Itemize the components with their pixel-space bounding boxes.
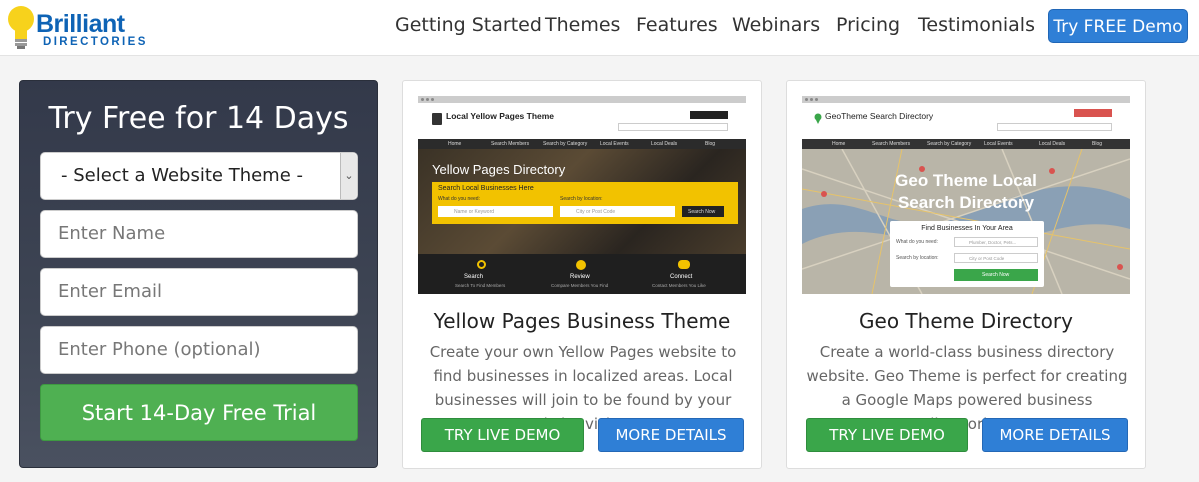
preview-loc-label: Search by location: <box>896 255 939 261</box>
name-field[interactable]: Enter Name <box>40 210 358 258</box>
preview-search-box <box>997 123 1112 131</box>
preview-need-label: What do you need: <box>896 239 938 245</box>
preview-menu-events: Local Events <box>984 141 1013 147</box>
map-pin-icon <box>814 113 822 124</box>
preview-menu-deals: Local Deals <box>651 141 678 147</box>
nav-getting-started[interactable]: Getting Started <box>395 14 542 36</box>
preview-tagline-2: Search Directory <box>897 193 1035 212</box>
preview-menu-blog: Blog <box>1092 141 1103 147</box>
preview-feature-review: Review <box>570 274 590 280</box>
preview-feature-search-sub: Search To Find Members <box>455 283 506 288</box>
preview-city-placeholder: City or Post Code <box>576 209 616 215</box>
preview-menu: Home Search Members Search by Category L… <box>802 139 1130 149</box>
preview-feature-search: Search <box>464 274 484 280</box>
nav-features[interactable]: Features <box>636 14 718 36</box>
preview-menu-home: Home <box>832 141 846 147</box>
nav-themes[interactable]: Themes <box>545 14 620 36</box>
preview-search-panel: Search Local Businesses Here What do you… <box>432 182 738 224</box>
preview-search-box <box>618 123 728 131</box>
book-icon <box>432 113 442 125</box>
preview-menu-members: Search Members <box>872 141 911 147</box>
chevron-down-icon: ⌄ <box>340 153 357 199</box>
preview-kw-input: Plumber, Doctor, Pets... <box>954 237 1038 247</box>
preview-tagline-1: Geo Theme Local <box>895 171 1037 190</box>
preview-city-input: City or Post Code <box>560 206 675 217</box>
more-details-button[interactable]: MORE DETAILS <box>982 418 1128 452</box>
preview-menu-category: Search by Category <box>927 141 972 147</box>
preview-menu-category: Search by Category <box>543 141 588 147</box>
theme-select-value: - Select a Website Theme - <box>61 165 303 186</box>
brand-logo[interactable]: Brilliant DIRECTORIES <box>6 2 156 54</box>
preview-search-btn-label: Search Now <box>982 272 1010 278</box>
browser-bar <box>802 96 1130 103</box>
preview-site-name: Local Yellow Pages Theme <box>446 111 555 121</box>
preview-search-btn: Search Now <box>954 269 1038 281</box>
phone-field[interactable]: Enter Phone (optional) <box>40 326 358 374</box>
card-title: Yellow Pages Business Theme <box>433 309 731 333</box>
nav-pricing[interactable]: Pricing <box>836 14 900 36</box>
signup-title: Try Free for 14 Days <box>48 101 349 136</box>
preview-loc-label: Search by location: <box>560 196 603 202</box>
brand-subtitle: DIRECTORIES <box>43 36 148 48</box>
preview-box-head: Find Businesses In Your Area <box>921 225 1013 232</box>
try-live-demo-button[interactable]: TRY LIVE DEMO <box>806 418 968 452</box>
preview-features: Search Search To Find Members Review Com… <box>418 254 746 294</box>
check-icon <box>576 260 586 270</box>
start-trial-button[interactable]: Start 14-Day Free Trial <box>40 384 358 441</box>
preview-search-box-panel: Find Businesses In Your Area What do you… <box>890 221 1044 287</box>
preview-menu-blog: Blog <box>705 141 716 147</box>
theme-card-yellow-pages: Local Yellow Pages Theme Home Search Mem… <box>402 80 762 469</box>
try-free-demo-button[interactable]: Try FREE Demo <box>1048 9 1188 43</box>
preview-menu: Home Search Members Search by Category L… <box>418 139 746 149</box>
preview-feature-connect: Connect <box>670 274 693 280</box>
preview-menu-events: Local Events <box>600 141 629 147</box>
yellow-pages-preview-image[interactable]: Local Yellow Pages Theme Home Search Mem… <box>418 96 746 294</box>
preview-kw-placeholder: Name or Keyword <box>454 209 495 215</box>
card-title: Geo Theme Directory <box>859 309 1073 333</box>
preview-search-btn-label: Search Now <box>688 209 716 215</box>
site-header: Brilliant DIRECTORIES Getting Started Th… <box>0 0 1199 56</box>
preview-city-input: City or Post Code <box>954 253 1038 263</box>
preview-kw-input: Name or Keyword <box>438 206 553 217</box>
more-details-button[interactable]: MORE DETAILS <box>598 418 744 452</box>
preview-site-name: GeoTheme Search Directory <box>825 111 934 121</box>
preview-hero: Yellow Pages Directory Search Local Busi… <box>418 149 746 254</box>
preview-feature-connect-sub: Contact Members You Like <box>652 283 706 288</box>
chat-icon <box>678 260 690 269</box>
geo-theme-preview-image[interactable]: GeoTheme Search Directory Home Search Me… <box>802 96 1130 294</box>
preview-menu-members: Search Members <box>491 141 530 147</box>
signup-panel: Try Free for 14 Days - Select a Website … <box>19 80 378 468</box>
search-icon <box>477 260 486 269</box>
try-live-demo-button[interactable]: TRY LIVE DEMO <box>421 418 584 452</box>
preview-header: Local Yellow Pages Theme <box>418 103 746 139</box>
brand-name: Brilliant <box>36 10 125 38</box>
preview-city-placeholder: City or Post Code <box>969 256 1005 261</box>
preview-menu-deals: Local Deals <box>1039 141 1066 147</box>
email-field[interactable]: Enter Email <box>40 268 358 316</box>
preview-search-head: Search Local Businesses Here <box>438 185 534 192</box>
nav-webinars[interactable]: Webinars <box>732 14 820 36</box>
preview-kw-placeholder: Plumber, Doctor, Pets... <box>969 240 1017 245</box>
preview-menu-home: Home <box>448 141 462 147</box>
preview-tagline: Yellow Pages Directory <box>432 162 566 177</box>
preview-feature-review-sub: Compare Members You Find <box>551 283 609 288</box>
preview-header: GeoTheme Search Directory <box>802 103 1130 139</box>
preview-listed-badge <box>690 111 728 119</box>
browser-bar <box>418 96 746 103</box>
theme-select[interactable]: - Select a Website Theme - ⌄ <box>40 152 358 200</box>
preview-listed-badge <box>1074 109 1112 117</box>
nav-testimonials[interactable]: Testimonials <box>918 14 1035 36</box>
preview-need-label: What do you need: <box>438 196 480 202</box>
preview-search-btn: Search Now <box>682 206 724 217</box>
theme-card-geo: GeoTheme Search Directory Home Search Me… <box>786 80 1146 469</box>
lightbulb-icon <box>8 6 34 49</box>
